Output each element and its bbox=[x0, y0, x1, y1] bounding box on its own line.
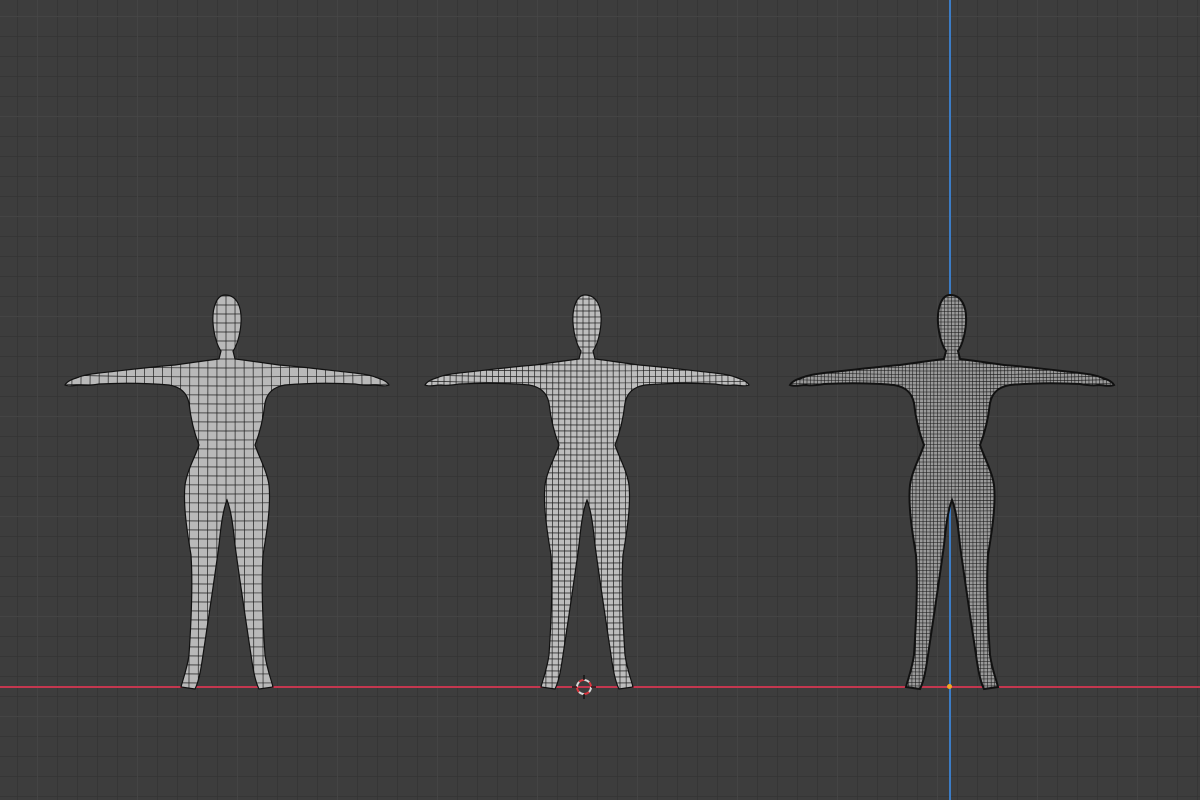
mesh-object-medium-poly[interactable] bbox=[415, 285, 755, 695]
mesh-object-low-poly[interactable] bbox=[55, 285, 395, 695]
figure-high-poly[interactable] bbox=[780, 285, 1120, 695]
wireframe-grid bbox=[790, 295, 1114, 689]
figure-medium-poly[interactable] bbox=[415, 285, 755, 695]
mesh-surface bbox=[65, 295, 389, 689]
mesh-surface bbox=[790, 295, 1114, 689]
mesh-object-high-poly[interactable] bbox=[780, 285, 1120, 695]
3d-viewport[interactable] bbox=[0, 0, 1200, 800]
figure-low-poly[interactable] bbox=[55, 285, 395, 695]
3d-cursor-icon[interactable] bbox=[572, 675, 596, 699]
mesh-surface bbox=[425, 295, 749, 689]
origin-dot-icon bbox=[947, 684, 952, 689]
